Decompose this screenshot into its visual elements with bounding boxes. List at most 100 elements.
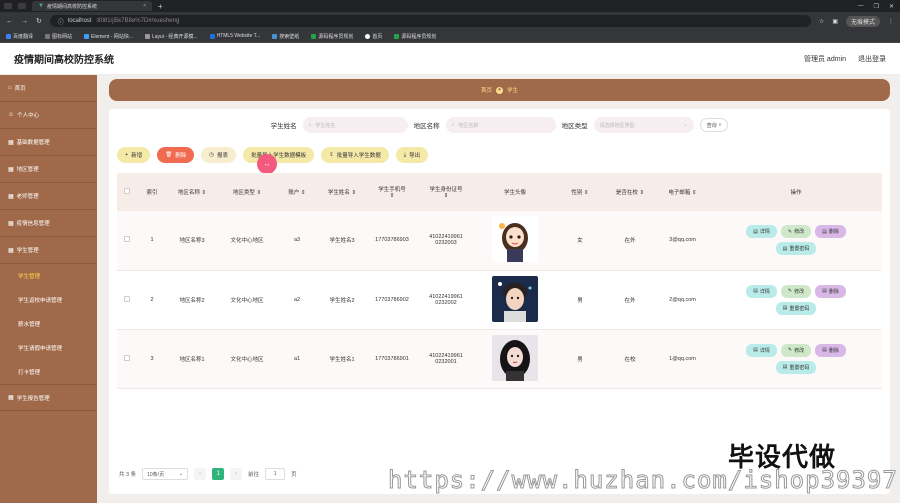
detail-button[interactable]: ▤ 详情 — [746, 284, 777, 298]
sort-icon[interactable]: ⇕ — [201, 190, 206, 196]
reset-password-button[interactable]: ▤ 重置密码 — [775, 242, 817, 256]
report-button[interactable]: ◷ 报表 — [201, 147, 237, 163]
avatar[interactable] — [492, 334, 538, 381]
page-number-button[interactable]: 1 — [212, 468, 225, 480]
area-type-select[interactable]: 请选择地区类型 ⌄ — [593, 117, 694, 133]
sidebar-item-profile[interactable]: ☺ 个人中心 — [0, 102, 97, 129]
column-header[interactable]: 地区类型 ⇕ — [217, 173, 277, 211]
close-window-icon[interactable]: ✕ — [889, 3, 894, 10]
sidebar-item-home[interactable]: ⌂ 首页 — [0, 75, 97, 102]
add-button[interactable]: + 新增 — [117, 147, 151, 163]
bookmark[interactable]: 图标网站 — [45, 33, 72, 40]
row-checkbox[interactable] — [117, 211, 137, 270]
logout-link[interactable]: 退出登录 — [858, 54, 886, 64]
goto-page-input[interactable]: 1 — [265, 468, 286, 480]
back-icon[interactable]: ← — [6, 18, 13, 25]
bookmark[interactable]: 源码程序员规划 — [394, 33, 436, 40]
edit-button[interactable]: ✎ 修改 — [780, 284, 812, 298]
sort-icon[interactable]: ⇕ — [301, 190, 306, 196]
import-button[interactable]: ⇪ 批量导入学生数据 — [321, 147, 389, 163]
profile-button[interactable]: 无痕模式 — [845, 15, 880, 27]
area-name-input[interactable]: ⌕ 地区名称 — [445, 117, 556, 133]
drag-handle-icon[interactable]: ↔ — [257, 154, 277, 174]
sidebar-item-report[interactable]: ▦ 学生报告管理 — [0, 384, 97, 411]
select-all-checkbox[interactable] — [117, 173, 137, 211]
student-name-input[interactable]: ⌕ 学生姓名 — [302, 117, 408, 133]
maximize-icon[interactable]: ❐ — [874, 3, 879, 10]
bookmark-icon — [209, 33, 215, 39]
sidebar-item-area[interactable]: ▦ 地区管理 — [0, 156, 97, 183]
sidebar-subitem-return[interactable]: 学生返校申请管理 — [0, 288, 97, 312]
sort-icon[interactable]: ⇕ — [390, 193, 395, 199]
delete-row-button[interactable]: ▤ 删除 — [815, 343, 846, 357]
column-header[interactable]: 学生手机号 ⇕ — [367, 173, 417, 211]
prev-page-button[interactable]: ‹ — [194, 468, 207, 480]
bookmark[interactable]: Layui - 经典开源模... — [145, 33, 198, 40]
row-checkbox[interactable] — [117, 329, 137, 388]
edit-button[interactable]: ✎ 修改 — [780, 343, 812, 357]
delete-row-button[interactable]: ▤ 删除 — [815, 225, 846, 239]
checkbox[interactable] — [124, 236, 130, 243]
new-tab-icon[interactable]: + — [158, 2, 163, 11]
sort-icon[interactable]: ⇕ — [692, 190, 697, 196]
sidebar-item-epidemic[interactable]: ▦ 疫情信息管理 — [0, 210, 97, 237]
extensions-icon[interactable]: ▣ — [832, 18, 838, 25]
bookmark[interactable]: 源码程序员规划 — [311, 33, 353, 40]
bookmark[interactable]: Element - 网站快... — [84, 33, 133, 40]
export-button[interactable]: ⤓ 导出 — [395, 147, 429, 163]
sort-icon[interactable]: ⇕ — [639, 190, 644, 196]
sidebar-item-student[interactable]: ▦ 学生管理 — [0, 237, 97, 264]
edit-button[interactable]: ✎ 修改 — [780, 225, 812, 239]
reload-icon[interactable]: ↻ — [36, 17, 42, 25]
checkbox[interactable] — [124, 354, 130, 361]
column-header[interactable]: 性别 ⇕ — [555, 173, 605, 211]
avatar[interactable] — [492, 275, 538, 322]
close-tab-icon[interactable]: × — [143, 3, 146, 9]
column-header[interactable]: 学生身份证号 ⇕ — [417, 173, 475, 211]
page-size-select[interactable]: 10条/页 ⌄ — [142, 468, 189, 480]
bookmark[interactable]: 搜索壁纸 — [272, 33, 299, 40]
bookmark[interactable]: 百度翻译 — [6, 33, 33, 40]
sidebar-subitem-checkin[interactable]: 打卡管理 — [0, 360, 97, 384]
row-checkbox[interactable] — [117, 270, 137, 329]
reset-password-button[interactable]: ▤ 重置密码 — [775, 301, 817, 315]
url-input[interactable]: ⓘ localhost:8081/ji5k7B8e%7D#/xuesheng — [49, 15, 811, 27]
column-header[interactable]: 是否在校 ⇕ — [605, 173, 655, 211]
sidebar-subitem-student[interactable]: 学生管理 — [0, 264, 97, 288]
menu-icon[interactable]: ⋮ — [888, 18, 894, 25]
sort-icon[interactable]: ⇕ — [444, 193, 449, 199]
sort-icon[interactable]: ⇕ — [584, 190, 589, 196]
delete-button[interactable]: 🗑 删除 — [157, 147, 195, 163]
sidebar-subitem-leave[interactable]: 学生请假申请管理 — [0, 336, 97, 360]
star-icon[interactable]: ☆ — [819, 18, 824, 25]
import-template-button[interactable]: 批量导入学生数据模板 — [243, 147, 315, 163]
search-button[interactable]: 查询 ⌕ — [699, 118, 729, 132]
checkbox[interactable] — [124, 295, 130, 302]
reset-password-button[interactable]: ▤ 重置密码 — [775, 360, 817, 374]
column-header[interactable]: 账户 ⇕ — [277, 173, 317, 211]
cell-phone: 17703786901 — [375, 355, 409, 362]
checkbox[interactable] — [124, 188, 130, 194]
detail-button[interactable]: ▤ 详情 — [746, 343, 777, 357]
bookmark-icon — [394, 33, 400, 39]
delete-row-button[interactable]: ▤ 删除 — [815, 284, 846, 298]
sort-icon[interactable]: ⇕ — [351, 190, 356, 196]
detail-button[interactable]: ▤ 详情 — [746, 225, 777, 239]
bookmark[interactable]: HTML5 Website T... — [209, 33, 260, 39]
column-header[interactable]: 地区名称 ⇕ — [167, 173, 217, 211]
browser-tab[interactable]: ▼ 疫情期间高校防控系统 × — [32, 1, 152, 11]
window-icon[interactable] — [4, 3, 12, 9]
minimize-icon[interactable]: — — [858, 3, 864, 10]
next-page-button[interactable]: › — [230, 468, 243, 480]
window-icon[interactable] — [18, 3, 26, 9]
sort-icon[interactable]: ⇕ — [256, 190, 261, 196]
column-header[interactable]: 电子邮箱 ⇕ — [655, 173, 710, 211]
bookmark[interactable]: 首页 — [365, 33, 382, 40]
sidebar-item-teacher[interactable]: ▦ 老师管理 — [0, 183, 97, 210]
forward-icon[interactable]: → — [21, 18, 28, 25]
column-header[interactable]: 学生姓名 ⇕ — [317, 173, 367, 211]
avatar[interactable] — [492, 216, 538, 263]
breadcrumb-home[interactable]: 首页 — [481, 86, 492, 94]
sidebar-subitem-salary[interactable]: 薪水管理 — [0, 312, 97, 336]
sidebar-item-base-data[interactable]: ▦ 基础数据管理 — [0, 129, 97, 156]
